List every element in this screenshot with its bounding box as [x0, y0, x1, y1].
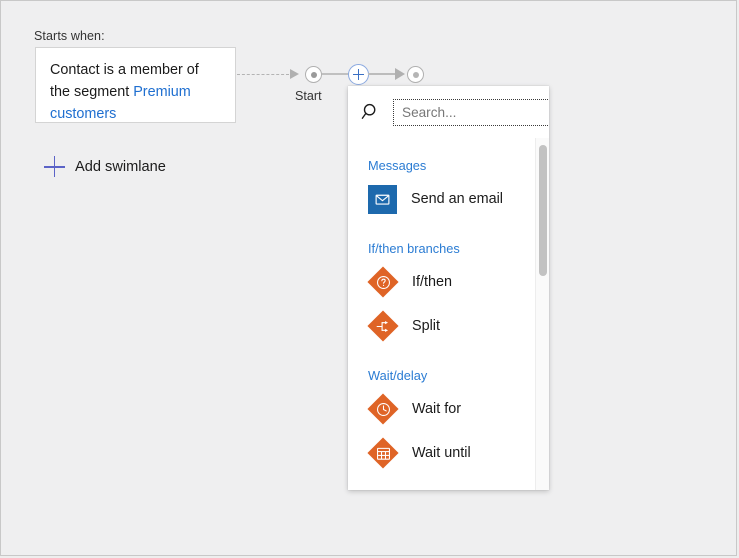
section-header-wait-delay: Wait/delay: [348, 368, 549, 383]
search-row: [348, 86, 549, 138]
search-icon: [360, 101, 382, 123]
list-item-label: Split: [412, 318, 440, 334]
list-item-send-an-email[interactable]: Send an email: [348, 177, 549, 221]
list-item-wait-for[interactable]: Wait for: [348, 387, 549, 431]
trigger-text: Contact is a member of the segment Premi…: [50, 59, 221, 125]
end-node-dot: [413, 72, 419, 78]
start-node-dot: [311, 72, 317, 78]
envelope-icon: [368, 185, 397, 214]
starts-when-label: Starts when:: [34, 29, 105, 43]
list-item-label: Wait for: [412, 401, 461, 417]
step-list: Messages Send an email If/then branches: [348, 138, 549, 490]
vertical-scrollbar[interactable]: [535, 138, 549, 490]
scrollbar-thumb[interactable]: [539, 145, 547, 276]
plus-circle-icon[interactable]: [348, 64, 369, 85]
list-item-label: Send an email: [411, 191, 503, 207]
split-branch-icon: [368, 311, 398, 341]
connector-segment-right: [368, 73, 396, 75]
end-node-icon[interactable]: [407, 66, 424, 83]
start-node-caption: Start: [295, 89, 322, 103]
list-item-if-then[interactable]: If/then: [348, 260, 549, 304]
dashed-connector-line: [237, 74, 289, 75]
section-header-messages: Messages: [348, 158, 549, 173]
calendar-icon: [368, 438, 398, 468]
dashed-arrow-icon: [290, 69, 299, 79]
end-arrow-icon: [395, 68, 405, 80]
list-item-split[interactable]: Split: [348, 304, 549, 348]
plus-icon: [44, 156, 66, 178]
clock-icon: [368, 394, 398, 424]
list-item-label: Wait until: [412, 445, 471, 461]
list-item-label: If/then: [412, 274, 452, 290]
section-header-ifthen-branches: If/then branches: [348, 241, 549, 256]
list-item-wait-until[interactable]: Wait until: [348, 431, 549, 475]
start-node-icon[interactable]: [305, 66, 322, 83]
trigger-card[interactable]: Contact is a member of the segment Premi…: [35, 47, 236, 123]
add-swimlane-label: Add swimlane: [75, 159, 166, 175]
flow-designer-canvas: Starts when: Contact is a member of the …: [0, 0, 737, 556]
search-input[interactable]: [393, 99, 549, 126]
add-swimlane-button[interactable]: Add swimlane: [44, 156, 166, 178]
question-mark-icon: [368, 267, 398, 297]
connector-segment-left: [322, 73, 350, 75]
add-step-flyout-panel: Messages Send an email If/then branches: [348, 86, 549, 490]
